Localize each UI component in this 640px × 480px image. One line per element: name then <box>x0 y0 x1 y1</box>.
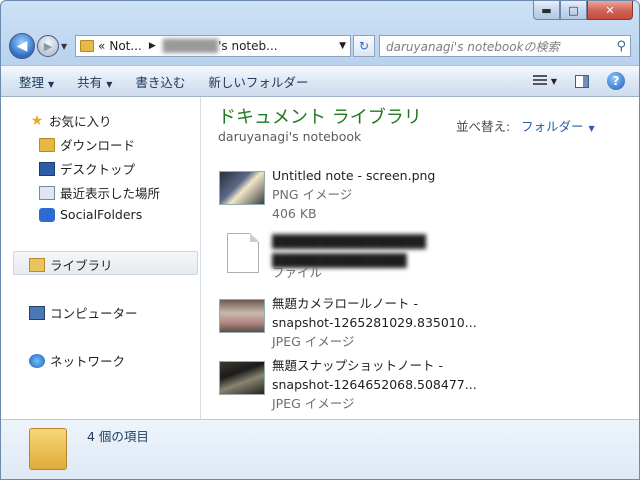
sidebar-item-label: コンピューター <box>50 306 138 321</box>
refresh-button[interactable]: ↻ <box>353 35 375 57</box>
sidebar-item-socialfolders[interactable]: SocialFolders <box>39 207 142 222</box>
downloads-folder-icon <box>39 137 55 152</box>
library-icon <box>29 257 45 272</box>
breadcrumb-item-notebooks[interactable]: Not... <box>109 39 141 53</box>
sidebar-item-label: ダウンロード <box>60 138 136 153</box>
back-button[interactable]: ◀ <box>9 33 35 59</box>
close-button[interactable]: ✕ <box>587 1 633 20</box>
folder-icon <box>80 40 94 52</box>
file-type: ファイル <box>272 265 323 280</box>
sidebar-item-label: ネットワーク <box>50 354 126 369</box>
sort-value: フォルダー <box>521 119 584 134</box>
organize-button[interactable]: 整理 ▼ <box>19 72 54 91</box>
sidebar-item-desktop[interactable]: デスクトップ <box>39 159 135 178</box>
file-type: PNG イメージ <box>272 187 353 202</box>
file-name: ████████████████ <box>272 234 426 249</box>
png-thumbnail <box>219 171 265 205</box>
sidebar-item-network[interactable]: ネットワーク <box>29 351 125 370</box>
socialfolders-icon <box>39 207 55 222</box>
forward-button[interactable]: ▶ <box>37 35 59 57</box>
sidebar-item-label: お気に入り <box>49 114 112 129</box>
explorer-window: ▬ □ ✕ ◀ ▶ ▼ « Not... ▶ ██████'s noteb...… <box>0 0 640 480</box>
navigation-pane: ★ お気に入り ダウンロード デスクトップ 最近表示した場所 SocialFol… <box>1 97 201 419</box>
file-item[interactable]: ████████████████ ██████████████ ファイル <box>217 231 617 291</box>
file-type: JPEG イメージ <box>272 396 355 411</box>
computer-icon <box>29 305 45 320</box>
chevron-down-icon: ▼ <box>588 124 595 133</box>
file-name: 無題カメラロールノート - <box>272 296 418 311</box>
file-name-line2: snapshot-1264652068.508477... <box>272 377 477 392</box>
search-icon[interactable]: ⚲ <box>616 39 626 54</box>
preview-pane-icon[interactable] <box>575 74 589 88</box>
organize-label: 整理 <box>19 74 45 90</box>
new-folder-button[interactable]: 新しいフォルダー <box>208 72 308 91</box>
sidebar-item-label: SocialFolders <box>60 207 143 222</box>
sidebar-item-label: 最近表示した場所 <box>60 186 161 201</box>
file-name: Untitled note - screen.png <box>272 168 436 183</box>
sidebar-item-label: デスクトップ <box>60 162 136 177</box>
sidebar-item-downloads[interactable]: ダウンロード <box>39 135 135 154</box>
sort-label: 並べ替え: <box>456 119 511 134</box>
library-subtitle: daruyanagi's notebook <box>218 129 362 144</box>
chevron-down-icon: ▼ <box>48 79 55 89</box>
view-dropdown-icon[interactable]: ▼ <box>551 77 557 86</box>
view-options-icon[interactable] <box>532 75 547 87</box>
sidebar-item-libraries[interactable]: ライブラリ <box>29 255 113 274</box>
recent-places-icon <box>39 185 55 200</box>
file-item[interactable]: 無題カメラロールノート - snapshot-1265281029.835010… <box>217 293 617 353</box>
sidebar-item-favorites[interactable]: ★ お気に入り <box>29 111 112 130</box>
file-item[interactable]: Untitled note - screen.png PNG イメージ 406 … <box>217 165 617 225</box>
file-item[interactable]: 無題スナップショットノート - snapshot-1264652068.5084… <box>217 355 617 415</box>
jpeg-thumbnail <box>219 361 265 395</box>
breadcrumb-text: 's noteb... <box>218 39 278 53</box>
chevron-down-icon: ▼ <box>106 79 113 89</box>
content-pane: ドキュメント ライブラリ daruyanagi's notebook 並べ替え:… <box>201 97 639 419</box>
toolbar-right: ▼ ? <box>532 72 639 90</box>
desktop-icon <box>39 161 55 176</box>
star-icon: ★ <box>30 112 44 129</box>
file-name-line2: snapshot-1265281029.835010... <box>272 315 477 330</box>
breadcrumb-overflow[interactable]: « <box>98 39 105 53</box>
navigation-bar: ◀ ▶ ▼ « Not... ▶ ██████'s noteb... ▼ ↻ d… <box>9 33 631 59</box>
share-label: 共有 <box>77 74 103 90</box>
folder-icon <box>29 428 67 470</box>
recent-pages-dropdown[interactable]: ▼ <box>61 42 71 51</box>
file-size: 406 KB <box>272 206 317 221</box>
network-icon <box>29 353 45 368</box>
address-dropdown-icon[interactable]: ▼ <box>339 41 346 51</box>
library-title: ドキュメント ライブラリ <box>218 107 422 128</box>
sidebar-item-recent-places[interactable]: 最近表示した場所 <box>39 183 160 202</box>
minimize-button[interactable]: ▬ <box>533 1 560 20</box>
search-box[interactable]: daruyanagi's notebookの検索 ⚲ <box>379 35 631 57</box>
command-bar: 整理 ▼ 共有 ▼ 書き込む 新しいフォルダー ▼ ? <box>1 65 639 97</box>
search-placeholder: daruyanagi's notebookの検索 <box>386 39 560 54</box>
file-name: 無題スナップショットノート - <box>272 358 443 373</box>
breadcrumb-separator-icon[interactable]: ▶ <box>149 41 156 51</box>
file-icon <box>227 233 259 273</box>
help-icon[interactable]: ? <box>607 72 625 90</box>
address-bar[interactable]: « Not... ▶ ██████'s noteb... ▼ <box>75 35 351 57</box>
item-count: 4 個の項目 <box>87 429 149 444</box>
caption-buttons: ▬ □ ✕ <box>533 1 633 20</box>
sidebar-item-computer[interactable]: コンピューター <box>29 303 138 322</box>
details-pane: 4 個の項目 <box>1 419 639 479</box>
burn-button[interactable]: 書き込む <box>135 72 185 91</box>
sidebar-item-label: ライブラリ <box>50 258 113 273</box>
blurred-text: ██████ <box>162 39 219 53</box>
maximize-button[interactable]: □ <box>560 1 587 20</box>
file-type: JPEG イメージ <box>272 334 355 349</box>
breadcrumb-item-notebook[interactable]: ██████'s noteb... <box>163 39 278 53</box>
share-button[interactable]: 共有 ▼ <box>77 72 112 91</box>
sort-by-dropdown[interactable]: フォルダー ▼ <box>521 116 595 135</box>
jpeg-thumbnail <box>219 299 265 333</box>
